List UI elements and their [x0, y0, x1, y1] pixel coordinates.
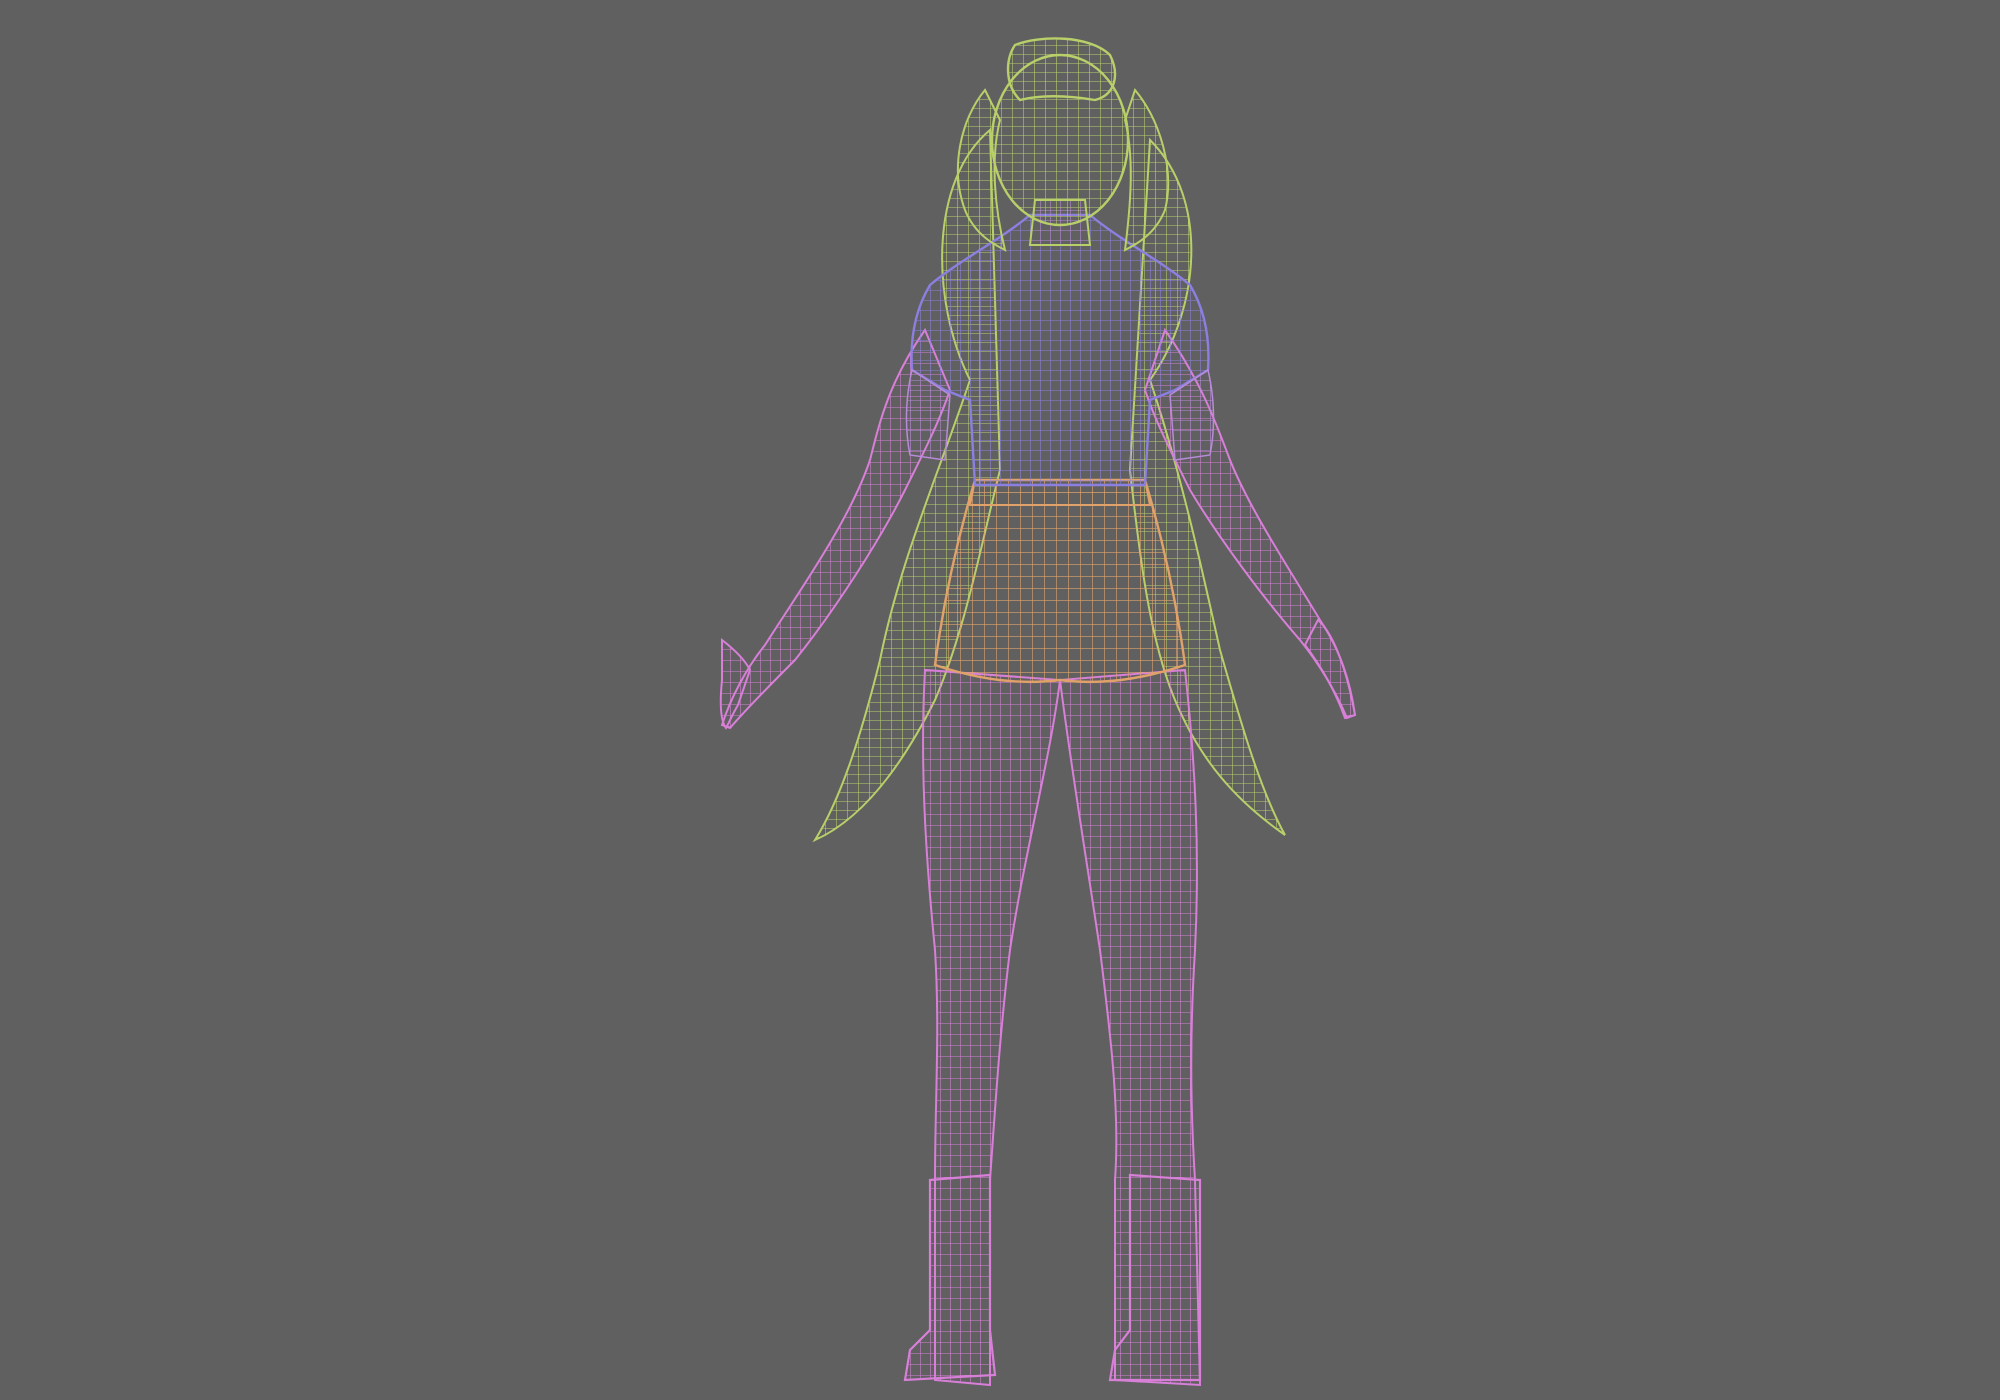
legs	[903, 668, 1202, 1387]
hair-head	[956, 37, 1170, 252]
3d-viewport[interactable]	[0, 0, 2000, 1400]
wireframe-character-model	[719, 37, 1357, 1387]
shorts	[933, 478, 1187, 684]
